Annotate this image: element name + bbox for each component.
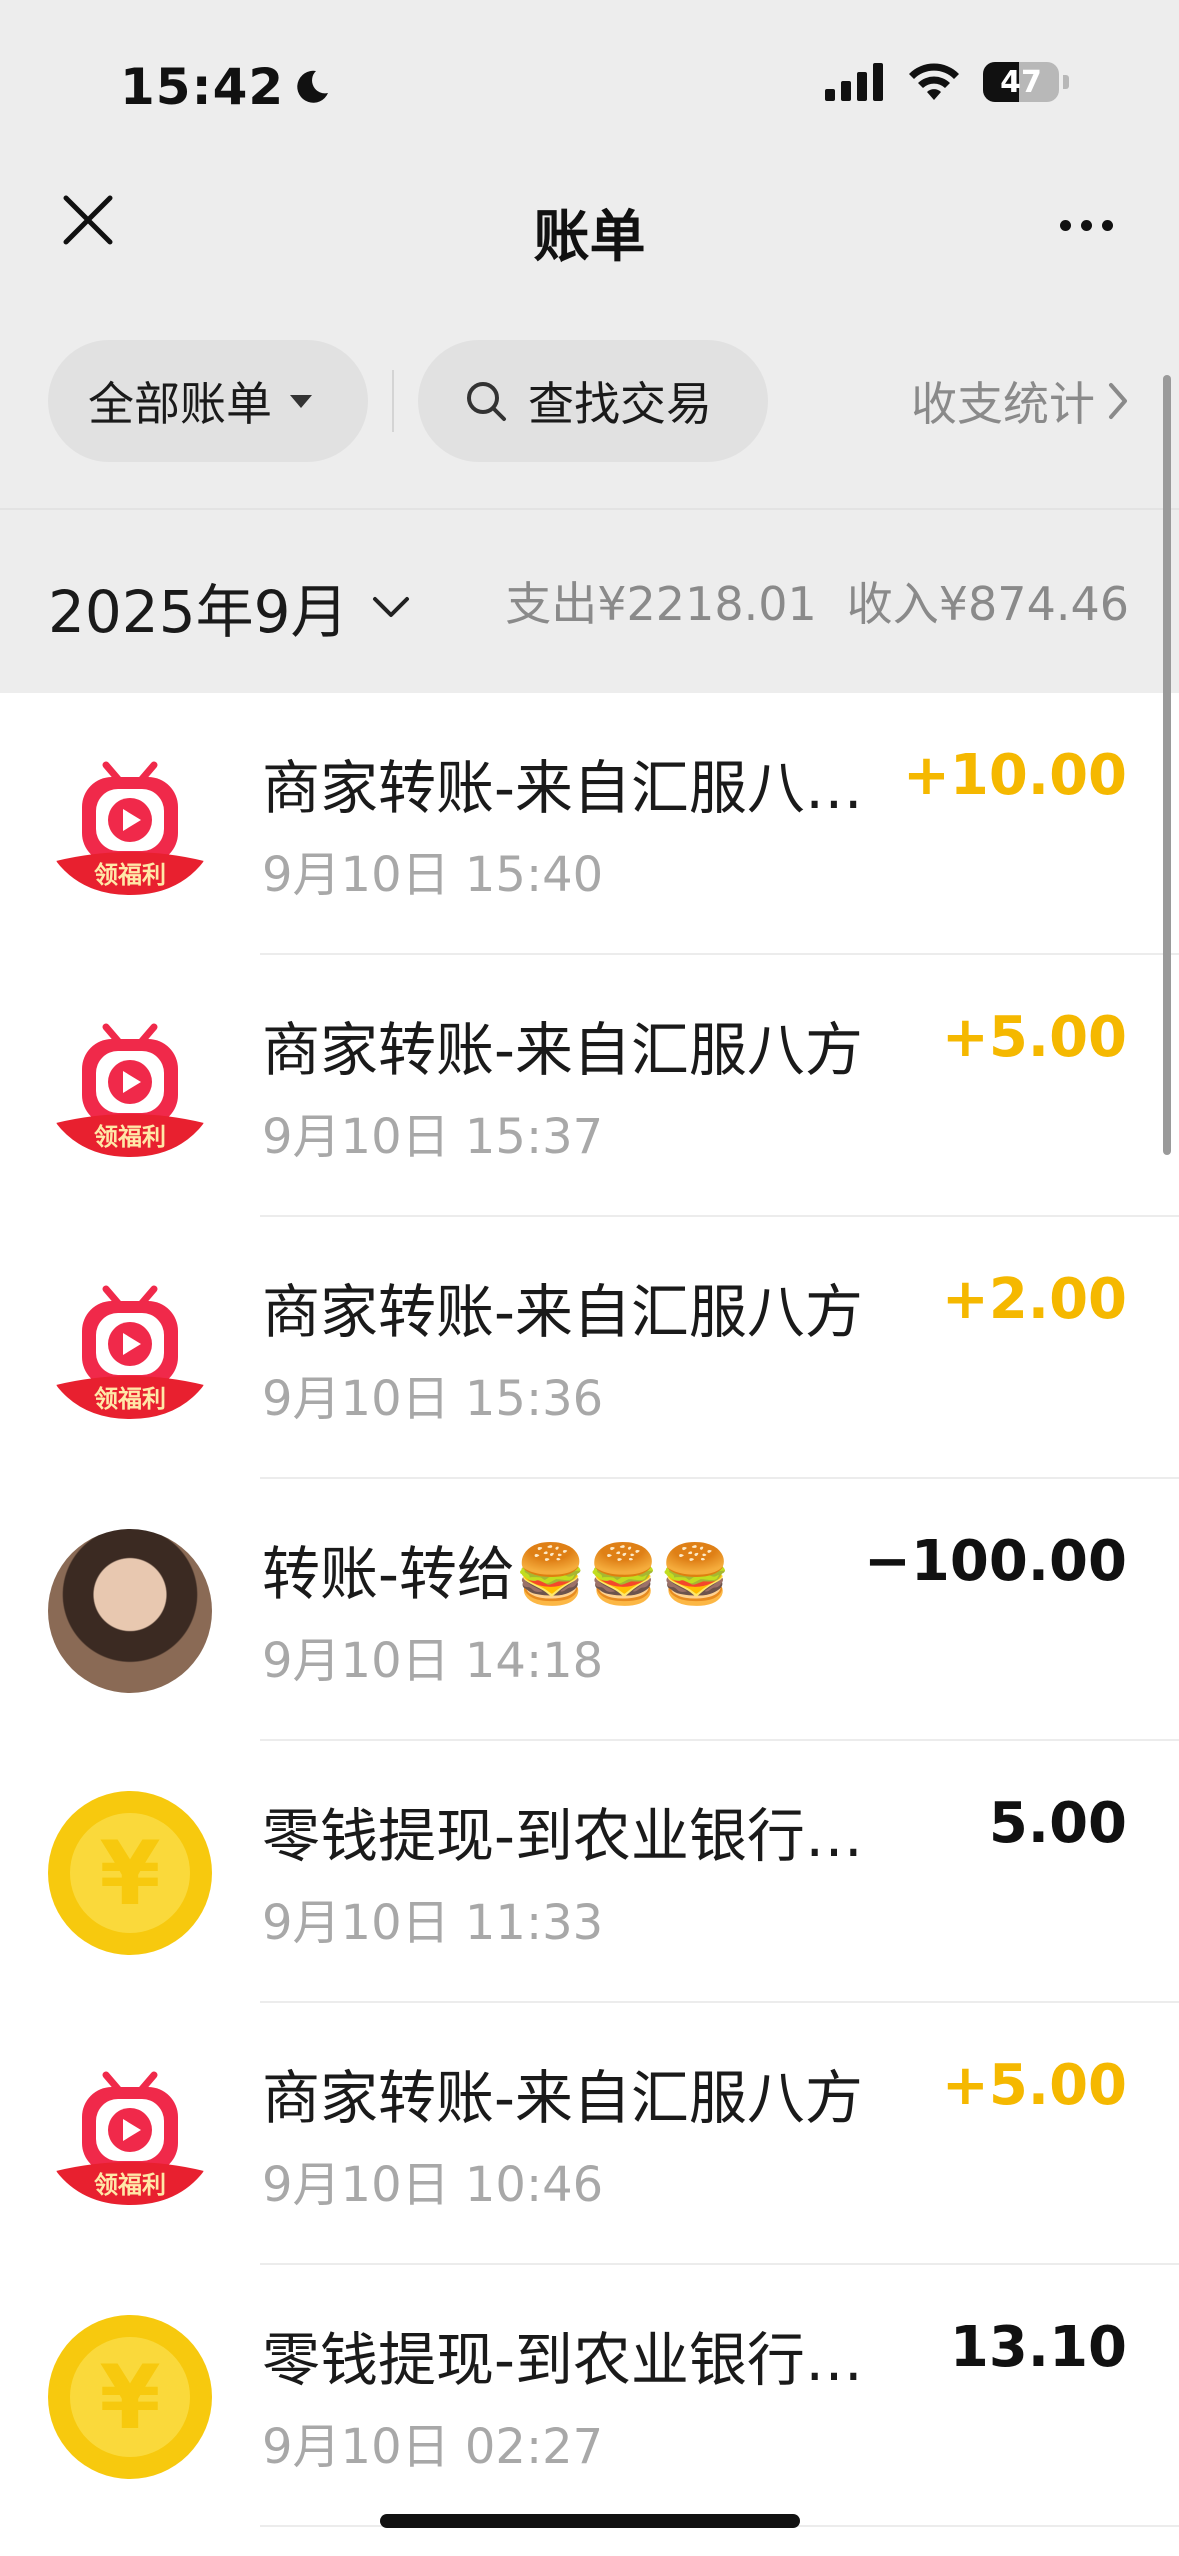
transaction-amount: +5.00	[941, 1005, 1127, 1070]
more-dot	[1101, 219, 1113, 231]
page-title: 账单	[533, 205, 646, 270]
stats-link[interactable]: 收支统计	[911, 340, 1129, 462]
welfare-app-icon: 领福利	[48, 1005, 212, 1169]
more-dot	[1080, 219, 1092, 231]
transaction-time: 9月10日 15:37	[262, 1109, 604, 1165]
svg-text:领福利: 领福利	[94, 1385, 166, 1413]
welfare-app-icon: 领福利	[48, 1267, 212, 1431]
transaction-time: 9月10日 15:36	[262, 1371, 604, 1427]
expense-total: 支出¥2218.01	[505, 577, 817, 631]
divider	[0, 508, 1179, 510]
search-transaction-button[interactable]: 查找交易	[418, 340, 768, 462]
coin-icon: ¥	[48, 2315, 212, 2479]
transaction-title: 商家转账-来自汇服八方	[262, 1278, 863, 1346]
welfare-app-icon: 领福利	[48, 2053, 212, 2217]
transaction-row[interactable]: 领福利 商家转账-来自汇服八方 9月10日 10:46 +5.00	[0, 2003, 1179, 2265]
transaction-row[interactable]: 领福利 商家转账-来自汇服八方 9月10日 15:36 +2.00	[0, 1217, 1179, 1479]
yen-symbol: ¥	[70, 1813, 190, 1933]
transaction-time: 9月10日 14:18	[262, 1633, 604, 1689]
search-label: 查找交易	[528, 377, 712, 431]
moon-icon	[297, 70, 329, 103]
transaction-title: 商家转账-来自汇服八方	[262, 2064, 863, 2132]
yen-symbol: ¥	[70, 2337, 190, 2457]
svg-text:领福利: 领福利	[94, 861, 166, 889]
transaction-title: 零钱提现-到农业银行(6…	[262, 2326, 882, 2394]
search-icon	[464, 379, 508, 423]
month-label: 2025年9月	[48, 578, 349, 646]
transaction-time: 9月10日 02:27	[262, 2419, 604, 2475]
home-indicator[interactable]	[380, 2514, 800, 2528]
welfare-app-icon: 领福利	[48, 743, 212, 907]
chevron-down-icon	[372, 597, 409, 617]
transaction-amount: +2.00	[941, 1267, 1127, 1332]
wifi-icon	[909, 63, 959, 100]
chevron-right-icon	[1109, 383, 1127, 419]
more-dot	[1059, 219, 1071, 231]
more-button[interactable]	[1041, 190, 1131, 260]
transaction-list: 领福利 商家转账-来自汇服八… 9月10日 15:40 +10.00 领福利 商家转…	[0, 693, 1179, 2527]
transaction-amount: 5.00	[988, 1791, 1127, 1856]
transaction-amount: 13.10	[949, 2315, 1127, 2380]
filter-bar: 全部账单 查找交易 收支统计	[0, 340, 1179, 462]
stats-label: 收支统计	[911, 377, 1095, 431]
transaction-title: 零钱提现-到农业银行(6…	[262, 1802, 882, 1870]
battery-icon: 47	[983, 62, 1059, 102]
avatar	[48, 1529, 212, 1693]
income-total: 收入¥874.46	[846, 577, 1129, 631]
transaction-amount: −100.00	[863, 1529, 1127, 1594]
caret-down-icon	[290, 394, 312, 408]
transaction-title: 商家转账-来自汇服八…	[262, 754, 863, 822]
transaction-row[interactable]: 转账-转给🍔🍔🍔 9月10日 14:18 −100.00	[0, 1479, 1179, 1741]
transaction-row[interactable]: ¥ 零钱提现-到农业银行(6… 9月10日 11:33 5.00	[0, 1741, 1179, 2003]
svg-text:领福利: 领福利	[94, 1123, 166, 1151]
all-bills-label: 全部账单	[88, 377, 272, 431]
transaction-row[interactable]: ¥ 零钱提现-到农业银行(6… 9月10日 02:27 13.10	[0, 2265, 1179, 2527]
transaction-row[interactable]: 领福利 商家转账-来自汇服八… 9月10日 15:40 +10.00	[0, 693, 1179, 955]
all-bills-dropdown[interactable]: 全部账单	[48, 340, 368, 462]
transaction-title: 转账-转给🍔🍔🍔	[262, 1540, 732, 1608]
month-selector[interactable]: 2025年9月	[48, 565, 411, 649]
cellular-signal-icon	[825, 63, 883, 101]
scrollbar[interactable]	[1163, 375, 1171, 1155]
transaction-row[interactable]: 领福利 商家转账-来自汇服八方 9月10日 15:37 +5.00	[0, 955, 1179, 1217]
status-time: 15:42	[120, 58, 332, 116]
svg-text:领福利: 领福利	[94, 2171, 166, 2199]
transaction-time: 9月10日 15:40	[262, 847, 604, 903]
transaction-amount: +10.00	[902, 743, 1127, 808]
transaction-time: 9月10日 10:46	[262, 2157, 604, 2213]
month-summary: 支出¥2218.01 收入¥874.46	[505, 568, 1129, 634]
status-icons: 47	[825, 62, 1069, 102]
divider	[392, 370, 394, 432]
transaction-title: 商家转账-来自汇服八方	[262, 1016, 863, 1084]
transaction-amount: +5.00	[941, 2053, 1127, 2118]
transaction-time: 9月10日 11:33	[262, 1895, 604, 1951]
coin-icon: ¥	[48, 1791, 212, 1955]
